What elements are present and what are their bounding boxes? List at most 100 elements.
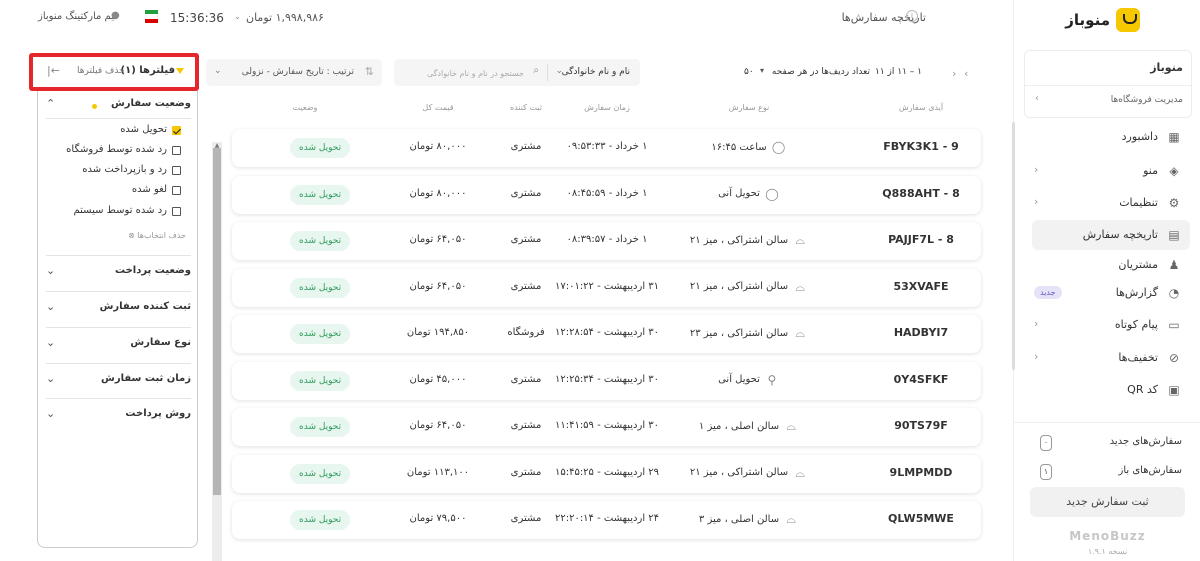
filter-option[interactable]: رد شده توسط فروشگاه bbox=[56, 142, 181, 160]
bag-icon: ◯ bbox=[765, 186, 779, 201]
app-version: نسخه ۱.۹.۱ bbox=[1087, 547, 1128, 556]
shop-card[interactable]: منوباز مدیریت فروشگاه‌ها ‹ bbox=[1024, 50, 1192, 118]
order-time: ۳۰ اردیبهشت - ۱۲:۲۸:۵۴ bbox=[554, 327, 660, 338]
checkbox[interactable] bbox=[172, 146, 181, 155]
scroll-up-icon[interactable]: ▲ bbox=[213, 142, 221, 149]
sidebar-item-5[interactable]: ◔ گزارش‌ها جدید bbox=[1032, 278, 1190, 308]
order-time: ۲۴ اردیبهشت - ۲۲:۲۰:۱۴ bbox=[554, 513, 660, 524]
open-orders-row[interactable]: سفارش‌های باز ۱ bbox=[1032, 462, 1186, 482]
filter-option[interactable]: تحویل شده bbox=[56, 122, 181, 140]
new-orders-row[interactable]: سفارش‌های جدید ۰ bbox=[1032, 433, 1186, 453]
table-row[interactable]: QLW5MWE ⌓ سالن اصلی ، میز ۳ ۲۴ اردیبهشت - ۲… bbox=[232, 501, 981, 539]
next-page-icon[interactable]: › bbox=[964, 67, 968, 80]
filter-option[interactable]: رد و بازپرداخت شده bbox=[56, 162, 181, 180]
filter-option[interactable]: لغو شده bbox=[56, 182, 181, 200]
cloche-icon: ⌓ bbox=[795, 233, 805, 247]
order-type-label: تحویل آنی bbox=[718, 374, 760, 385]
shop-name: منوباز bbox=[1150, 61, 1183, 74]
info-icon[interactable]: i bbox=[906, 10, 918, 22]
sidebar-item-4[interactable]: ♟ مشتریان bbox=[1032, 250, 1190, 280]
filter-option[interactable]: رد شده توسط سیستم bbox=[56, 203, 181, 221]
scooter-icon: ⚲ bbox=[767, 372, 777, 387]
clear-selection-button[interactable]: حذف انتخاب‌ها ⊗ bbox=[106, 231, 186, 240]
order-type-label: تحویل آنی bbox=[718, 188, 760, 199]
sort-select[interactable]: ⇅ ترتیب : تاریخ سفارش - نزولی ⌄ bbox=[206, 59, 382, 86]
divider bbox=[547, 64, 548, 81]
order-creator: مشتری bbox=[510, 420, 542, 431]
chevron-down-icon: ⌄ bbox=[46, 336, 56, 349]
table-row[interactable]: 0Y4SFKF ⚲ تحویل آنی ۳۰ اردیبهشت - ۱۲:۲۵:۳۴ م… bbox=[232, 361, 981, 400]
column-header: وضعیت bbox=[292, 103, 318, 112]
divider bbox=[1025, 85, 1191, 86]
order-price: ۸۰,۰۰۰ تومان bbox=[409, 187, 467, 199]
gear-icon: ⚙ bbox=[1168, 196, 1180, 210]
sidebar-item-label: کد QR bbox=[1127, 383, 1158, 396]
rows-per-page-select[interactable]: ۵۰ bbox=[744, 67, 754, 77]
sidebar-item-label: تنظیمات bbox=[1119, 196, 1158, 209]
checkbox[interactable] bbox=[172, 126, 181, 135]
sidebar-bottom: سفارش‌های جدید ۰ سفارش‌های باز ۱ ثبت سفا… bbox=[1014, 422, 1200, 561]
sidebar-item-2[interactable]: ⚙ تنظیمات ‹ bbox=[1032, 188, 1190, 218]
table-row[interactable]: 9LMPMDD ⌓ سالن اشتراکی ، میز ۲۱ ۲۹ اردیبهشت… bbox=[232, 454, 981, 493]
sidebar-item-6[interactable]: ▭ پیام کوتاه ‹ bbox=[1032, 310, 1190, 340]
table-row[interactable]: 90TS79F ⌓ سالن اصلی ، میز ۱ ۳۰ اردیبهشت - ۱… bbox=[232, 408, 981, 446]
wallet-balance[interactable]: ۱,۹۹۸,۹۸۶ تومان bbox=[246, 11, 324, 24]
collapse-panel-icon[interactable]: |← bbox=[47, 64, 60, 77]
filter-option-label: لغو شده bbox=[131, 184, 167, 195]
divider bbox=[46, 118, 191, 119]
filter-section[interactable]: نوع سفارش ⌄ bbox=[46, 335, 191, 355]
sidebar-scrollbar[interactable] bbox=[1012, 122, 1015, 370]
order-time: ۱ خرداد - ۰۹:۵۳:۳۳ bbox=[566, 141, 648, 152]
shop-manage-link[interactable]: مدیریت فروشگاه‌ها bbox=[1111, 95, 1183, 105]
checkbox[interactable] bbox=[172, 166, 181, 175]
search-type-select[interactable]: نام و نام خانوادگی bbox=[562, 67, 630, 77]
column-header: آیدی سفارش bbox=[898, 103, 944, 112]
filter-section-order-status[interactable]: وضعیت سفارش ⌃ bbox=[46, 96, 191, 116]
order-id: 0Y4SFKF bbox=[893, 372, 949, 386]
dashboard-icon: ▦ bbox=[1168, 130, 1180, 144]
new-order-button[interactable]: ثبت سفارش جدید bbox=[1030, 487, 1185, 517]
filter-section[interactable]: ثبت کننده سفارش ⌄ bbox=[46, 299, 191, 319]
active-dot bbox=[92, 104, 97, 109]
table-row[interactable]: 8 - PAJJF7L ⌓ سالن اشتراکی ، میز ۲۱ ۱ خرداد… bbox=[232, 222, 981, 260]
filter-section[interactable]: زمان ثبت سفارش ⌄ bbox=[46, 371, 191, 391]
chevron-down-icon[interactable]: ⌄ bbox=[555, 66, 563, 76]
filter-section[interactable]: روش پرداخت ⌄ bbox=[46, 406, 191, 426]
checkbox[interactable] bbox=[172, 207, 181, 216]
qr-icon: ▣ bbox=[1168, 383, 1180, 397]
table-row[interactable]: 8 - Q888AHT ◯ تحویل آنی ۱ خرداد - ۰۸:۴۵:۵۹ م… bbox=[232, 175, 981, 214]
list-scrollbar-thumb[interactable] bbox=[213, 148, 221, 495]
table-row[interactable]: 53XVAFE ⌓ سالن اشتراکی ، میز ۲۱ ۳۱ اردیبهشت… bbox=[232, 268, 981, 307]
column-header: قیمت کل bbox=[422, 103, 454, 112]
table-row[interactable]: HADBYI7 ⌓ سالن اشتراکی ، میز ۲۳ ۳۰ اردیبهشت… bbox=[232, 315, 981, 353]
status-badge: تحویل شده bbox=[290, 231, 351, 251]
order-id: QLW5MWE bbox=[888, 512, 954, 525]
user-name[interactable]: تیم مارکتینگ منوباز bbox=[38, 11, 117, 22]
sidebar-item-3[interactable]: ▤ تاریخچه سفارش bbox=[1032, 220, 1190, 250]
clear-filters-button[interactable]: حذف فیلترها bbox=[77, 66, 125, 76]
filter-section[interactable]: وضعیت پرداخت ⌄ bbox=[46, 263, 191, 283]
chevron-down-icon[interactable]: ⌄ bbox=[234, 12, 241, 21]
sidebar-item-1[interactable]: ◈ منو ‹ bbox=[1032, 156, 1190, 186]
sidebar-item-0[interactable]: ▦ داشبورد bbox=[1032, 122, 1190, 152]
sidebar-item-7[interactable]: ⊘ تخفیف‌ها ‹ bbox=[1032, 343, 1190, 373]
chart-icon: ◔ bbox=[1168, 286, 1180, 300]
order-price: ۸۰,۰۰۰ تومان bbox=[409, 141, 467, 152]
filter-section-title: نوع سفارش bbox=[130, 337, 191, 348]
pagination-range: ۱ – ۱۱ از ۱۱ bbox=[875, 67, 922, 77]
search-input[interactable] bbox=[402, 65, 524, 81]
checkbox[interactable] bbox=[172, 186, 181, 195]
chevron-left-icon[interactable]: ‹ bbox=[1035, 93, 1039, 104]
brand-logo[interactable]: منوباز bbox=[1065, 8, 1140, 32]
table-row[interactable]: 9 - FBYK3K1 ◯ ساعت ۱۶:۴۵ ۱ خرداد - ۰۹:۵۳:۳۳… bbox=[232, 129, 981, 167]
order-id: 9 - FBYK3K1 bbox=[883, 140, 959, 153]
sidebar-item-8[interactable]: ▣ کد QR bbox=[1032, 375, 1190, 405]
order-creator: مشتری bbox=[510, 513, 542, 524]
caret-down-icon[interactable]: ▾ bbox=[760, 66, 764, 75]
filter-panel: وضعیت سفارش ⌃ تحویل شده رد شده توسط فروشگاه… bbox=[37, 91, 198, 548]
order-time: ۱ خرداد - ۰۸:۴۵:۵۹ bbox=[566, 187, 648, 199]
message-icon: ▭ bbox=[1168, 318, 1180, 332]
prev-page-icon[interactable]: ‹ bbox=[952, 67, 956, 80]
status-badge: تحویل شده bbox=[290, 370, 351, 391]
filter-section-title: وضعیت پرداخت bbox=[114, 265, 191, 276]
